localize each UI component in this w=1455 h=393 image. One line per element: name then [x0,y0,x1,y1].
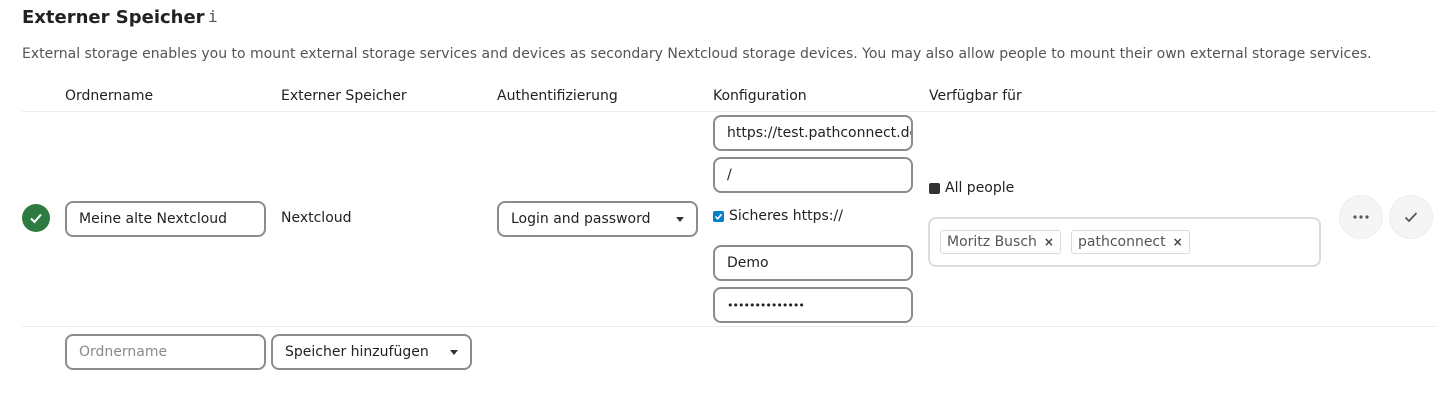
page-title: Externer Speicher [22,7,205,28]
column-header-folder: Ordnername [65,88,154,104]
chevron-down-icon [450,349,458,355]
applicable-users-select[interactable]: Moritz Busch × pathconnect × [928,217,1321,267]
add-storage-select[interactable]: Speicher hinzufügen [271,334,472,370]
password-field[interactable]: •••••••••••••• [713,287,913,323]
save-button[interactable] [1389,195,1433,239]
applicable-tag: Moritz Busch × [940,230,1061,254]
secure-https-label: Sicheres https:// [729,208,843,224]
auth-method-value: Login and password [511,211,651,227]
remove-icon[interactable]: × [1044,235,1054,249]
more-options-button[interactable] [1339,195,1383,239]
host-url-field[interactable]: https://test.pathconnect.de [713,115,913,151]
header-divider [22,111,1436,112]
column-header-config: Konfiguration [713,88,807,104]
all-people-option[interactable]: All people [929,180,1014,196]
remote-subfolder-field[interactable] [713,157,913,193]
column-header-available: Verfügbar für [929,88,1022,104]
add-storage-label: Speicher hinzufügen [285,344,429,360]
info-icon[interactable]: i [208,7,218,26]
check-icon [1404,212,1418,223]
chevron-down-icon [676,216,684,222]
secure-https-option[interactable]: Sicheres https:// [713,208,843,224]
all-people-label: All people [945,180,1015,196]
applicable-tag: pathconnect × [1070,230,1190,254]
applicable-tag-label: pathconnect [1077,234,1166,250]
applicable-tag-label: Moritz Busch [947,234,1037,250]
new-folder-name-input[interactable] [65,334,266,370]
storage-backend-label: Nextcloud [281,210,352,226]
auth-method-select[interactable]: Login and password [497,201,698,237]
all-people-checkbox[interactable] [929,182,940,194]
column-header-storage: Externer Speicher [281,88,407,104]
row-divider [22,326,1436,327]
section-description: External storage enables you to mount ex… [22,46,1372,62]
user-field[interactable] [713,245,913,281]
remove-icon[interactable]: × [1173,235,1183,249]
folder-name-input[interactable] [65,201,266,237]
dots-horizontal-icon [1353,215,1369,219]
check-circle-icon [22,204,50,232]
column-header-auth: Authentifizierung [497,88,618,104]
secure-https-checkbox[interactable] [713,210,724,222]
